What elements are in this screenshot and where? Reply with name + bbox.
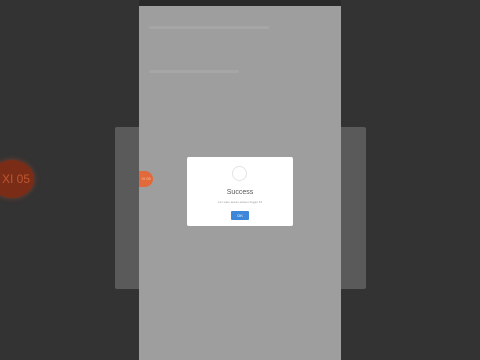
success-dialog: Success Lim viam aceso sareen trigger Fi… bbox=[187, 157, 293, 226]
floating-tab-text: XI 05 bbox=[141, 176, 151, 181]
ok-button[interactable]: OK bbox=[231, 211, 249, 220]
ghost-text-line bbox=[149, 70, 239, 73]
video-frame: XI 05 XI 05 Success Lim viam aceso saree… bbox=[0, 0, 480, 360]
success-icon bbox=[232, 166, 247, 181]
ghost-text-line bbox=[149, 26, 269, 29]
dialog-message: Lim viam aceso sareen trigger Fil bbox=[217, 200, 263, 204]
channel-badge: XI 05 bbox=[0, 160, 34, 198]
channel-badge-text: XI 05 bbox=[1, 172, 31, 186]
dialog-title: Success bbox=[226, 189, 254, 196]
